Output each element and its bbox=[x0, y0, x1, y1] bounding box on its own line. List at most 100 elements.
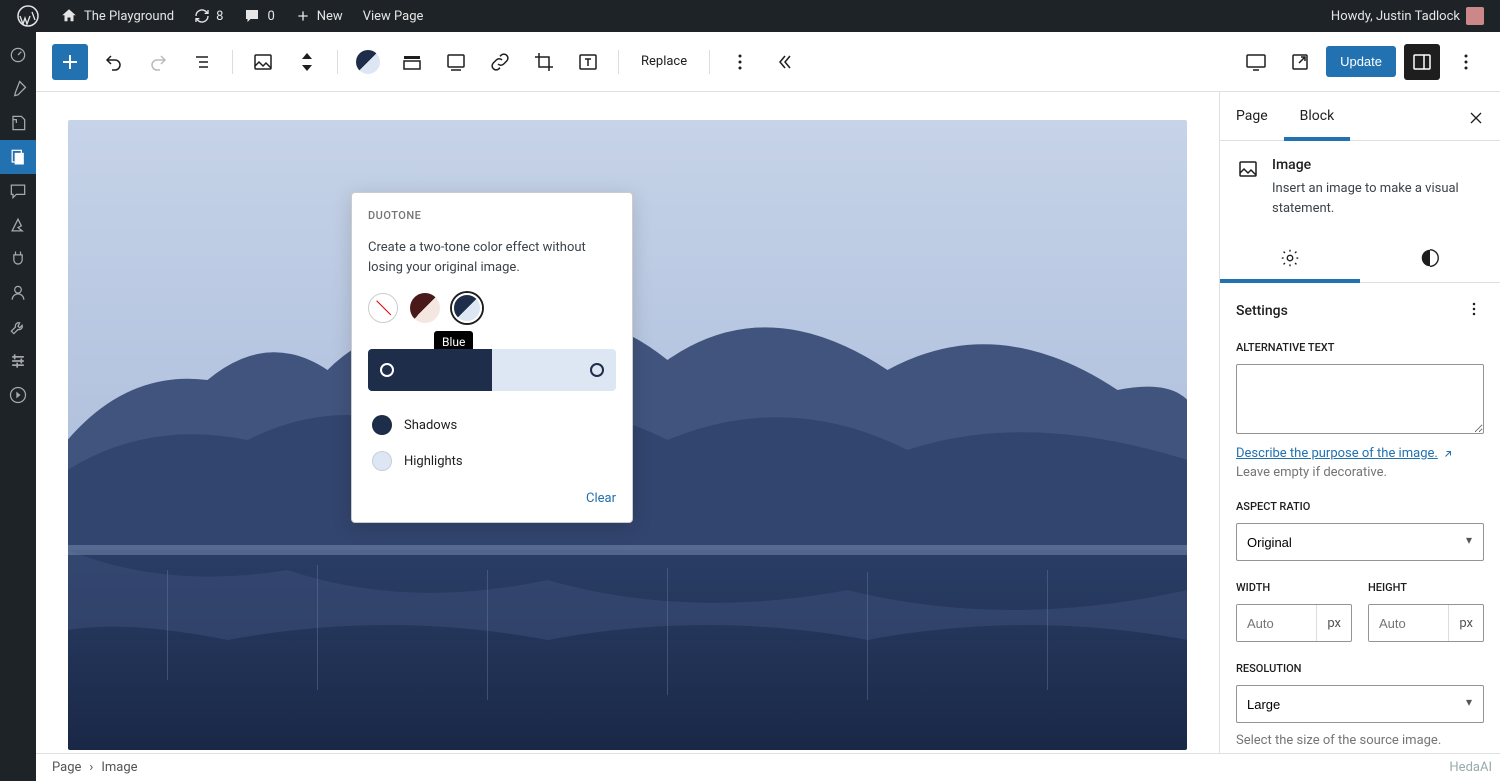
menu-posts[interactable] bbox=[0, 72, 36, 106]
gradient-bar[interactable] bbox=[368, 349, 616, 391]
alt-help-link[interactable]: Describe the purpose of the image. bbox=[1236, 446, 1454, 461]
divider bbox=[618, 50, 619, 74]
dimensions-row: WIDTH px HEIGHT px bbox=[1236, 581, 1484, 642]
gear-icon bbox=[1279, 247, 1301, 269]
menu-settings[interactable] bbox=[0, 344, 36, 378]
gradient-handle-highlight[interactable] bbox=[590, 363, 604, 377]
comments-count: 0 bbox=[267, 9, 274, 24]
view-page-link[interactable]: View Page bbox=[355, 0, 432, 32]
settings-title: Settings bbox=[1236, 303, 1288, 319]
toolbar-left: Replace bbox=[52, 44, 1230, 80]
editor-body: DUOTONE Create a two-tone color effect w… bbox=[36, 92, 1500, 753]
width-label: WIDTH bbox=[1236, 581, 1352, 594]
preview-button[interactable] bbox=[1282, 44, 1318, 80]
highlights-color-dot bbox=[372, 451, 392, 471]
block-card: Image Insert an image to make a visual s… bbox=[1220, 141, 1500, 234]
wp-logo[interactable] bbox=[8, 0, 48, 32]
canvas: DUOTONE Create a two-tone color effect w… bbox=[36, 92, 1219, 753]
site-link[interactable]: The Playground bbox=[52, 0, 182, 32]
link-button[interactable] bbox=[482, 44, 518, 80]
replace-button[interactable]: Replace bbox=[631, 44, 697, 80]
crop-button[interactable] bbox=[526, 44, 562, 80]
menu-plugins[interactable] bbox=[0, 242, 36, 276]
crumb-page[interactable]: Page bbox=[52, 760, 81, 775]
admin-bar-left: The Playground 8 0 New View Page bbox=[8, 0, 431, 32]
settings-toggle-button[interactable] bbox=[1404, 44, 1440, 80]
breadcrumb: Page › Image bbox=[36, 753, 1500, 781]
width-input[interactable] bbox=[1237, 605, 1316, 641]
document-overview-button[interactable] bbox=[184, 44, 220, 80]
tab-block[interactable]: Block bbox=[1284, 92, 1351, 140]
redo-button[interactable] bbox=[140, 44, 176, 80]
alt-textarea[interactable] bbox=[1236, 364, 1484, 434]
gradient-handle-shadow[interactable] bbox=[380, 363, 394, 377]
subtab-styles[interactable] bbox=[1360, 234, 1500, 282]
duotone-filter-button[interactable] bbox=[350, 44, 386, 80]
swatch-none[interactable] bbox=[368, 293, 398, 323]
height-unit[interactable]: px bbox=[1448, 605, 1483, 641]
comments-link[interactable]: 0 bbox=[235, 0, 282, 32]
height-input[interactable] bbox=[1369, 605, 1448, 641]
add-block-button[interactable] bbox=[52, 44, 88, 80]
block-title: Image bbox=[1272, 157, 1484, 173]
new-label: New bbox=[317, 9, 343, 24]
popover-title: DUOTONE bbox=[368, 209, 616, 222]
block-options-button[interactable] bbox=[722, 44, 758, 80]
align-button[interactable] bbox=[394, 44, 430, 80]
inspector-subtabs bbox=[1220, 234, 1500, 283]
styles-icon bbox=[1419, 247, 1441, 269]
shadows-color-dot bbox=[372, 415, 392, 435]
aspect-select[interactable]: Original bbox=[1236, 523, 1484, 561]
aspect-label: ASPECT RATIO bbox=[1236, 500, 1484, 513]
block-description: Insert an image to make a visual stateme… bbox=[1272, 179, 1484, 218]
new-link[interactable]: New bbox=[287, 0, 351, 32]
caption-button[interactable] bbox=[438, 44, 474, 80]
inspector-tabs: Page Block bbox=[1220, 92, 1500, 141]
panel-options-button[interactable] bbox=[1464, 299, 1484, 323]
block-type-image-button[interactable] bbox=[245, 44, 281, 80]
menu-pages[interactable] bbox=[0, 140, 36, 174]
menu-comments[interactable] bbox=[0, 174, 36, 208]
undo-button[interactable] bbox=[96, 44, 132, 80]
clear-button[interactable]: Clear bbox=[586, 491, 616, 506]
updates-link[interactable]: 8 bbox=[186, 0, 231, 32]
menu-tools[interactable] bbox=[0, 310, 36, 344]
update-button[interactable]: Update bbox=[1326, 46, 1396, 77]
height-field: HEIGHT px bbox=[1368, 581, 1484, 642]
menu-users[interactable] bbox=[0, 276, 36, 310]
close-inspector-button[interactable] bbox=[1464, 106, 1488, 130]
shadows-row[interactable]: Shadows bbox=[368, 407, 616, 443]
view-button[interactable] bbox=[1238, 44, 1274, 80]
duotone-swatches bbox=[368, 293, 616, 323]
width-field: WIDTH px bbox=[1236, 581, 1352, 642]
aspect-ratio-field: ASPECT RATIO Original bbox=[1236, 500, 1484, 561]
crumb-image[interactable]: Image bbox=[101, 760, 137, 775]
resolution-select[interactable]: Large bbox=[1236, 685, 1484, 723]
menu-media[interactable] bbox=[0, 106, 36, 140]
alt-hint: Leave empty if decorative. bbox=[1236, 465, 1484, 480]
menu-dashboard[interactable] bbox=[0, 38, 36, 72]
text-overlay-button[interactable] bbox=[570, 44, 606, 80]
admin-menu bbox=[0, 32, 36, 781]
duotone-icon bbox=[356, 50, 380, 74]
tab-page[interactable]: Page bbox=[1220, 92, 1284, 140]
divider bbox=[709, 50, 710, 74]
editor-toolbar: Replace Update bbox=[36, 32, 1500, 92]
menu-collapse[interactable] bbox=[0, 378, 36, 412]
toolbar-right: Update bbox=[1238, 44, 1484, 80]
subtab-settings[interactable] bbox=[1220, 234, 1360, 282]
swatch-red[interactable] bbox=[410, 293, 440, 323]
editor-options-button[interactable] bbox=[1448, 44, 1484, 80]
width-unit[interactable]: px bbox=[1316, 605, 1351, 641]
highlights-row[interactable]: Highlights bbox=[368, 443, 616, 479]
admin-bar-right: Howdy, Justin Tadlock bbox=[1323, 0, 1492, 32]
alt-text-field: ALTERNATIVE TEXT Describe the purpose of… bbox=[1236, 341, 1484, 480]
chevron-right-icon: › bbox=[89, 760, 93, 775]
height-label: HEIGHT bbox=[1368, 581, 1484, 594]
external-icon bbox=[1442, 448, 1454, 460]
menu-appearance[interactable] bbox=[0, 208, 36, 242]
move-block-button[interactable] bbox=[289, 44, 325, 80]
swatch-blue[interactable] bbox=[452, 293, 482, 323]
hide-toolbar-button[interactable] bbox=[766, 44, 802, 80]
account-link[interactable]: Howdy, Justin Tadlock bbox=[1323, 0, 1492, 32]
